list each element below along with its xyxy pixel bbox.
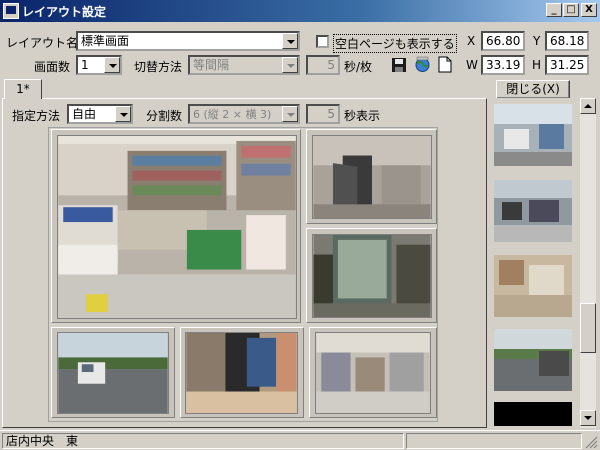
layout-name-label: レイアウト名	[6, 36, 79, 50]
split-label: 分割数	[146, 109, 183, 123]
chevron-down-icon[interactable]	[282, 57, 298, 73]
chevron-down-icon[interactable]	[115, 106, 131, 122]
title-bar: レイアウト設定 _ □ X	[0, 0, 600, 22]
h-field[interactable]: 31.25	[545, 55, 589, 75]
status-pane-2	[406, 433, 582, 449]
minimize-button[interactable]: _	[546, 3, 562, 17]
method-combo[interactable]: 自由	[67, 104, 133, 124]
scroll-down-button[interactable]	[580, 410, 596, 426]
thumbnail-3[interactable]	[494, 255, 572, 317]
chevron-down-icon[interactable]	[282, 33, 298, 49]
split-combo[interactable]: 6 (縦 2 × 横 3)	[188, 104, 300, 124]
scroll-thumb[interactable]	[580, 303, 596, 353]
layout-name-value: 標準画面	[81, 34, 130, 48]
globe-icon[interactable]	[414, 56, 431, 73]
new-page-icon[interactable]	[438, 56, 452, 73]
blank-page-checkbox[interactable]	[316, 35, 329, 48]
chevron-down-icon[interactable]	[282, 106, 298, 122]
close-button[interactable]: 閉じる(X)	[496, 80, 570, 99]
y-label: Y	[533, 34, 541, 48]
switch-method-label: 切替方法	[134, 60, 183, 74]
thumbnail-2[interactable]	[494, 180, 572, 242]
status-camera-name: 店内中央 東	[2, 433, 404, 449]
thumbnail-5[interactable]	[494, 402, 572, 426]
camera-view-6[interactable]	[315, 332, 431, 414]
w-field[interactable]: 33.19	[481, 55, 525, 75]
h-label: H	[532, 58, 542, 72]
camera-view-1[interactable]	[57, 135, 297, 319]
thumbnail-1[interactable]	[494, 104, 572, 166]
close-window-button[interactable]: X	[581, 3, 597, 17]
tab-1-label: 1*	[16, 82, 30, 96]
method-label: 指定方法	[12, 109, 61, 123]
switch-seconds-field[interactable]: 5	[306, 55, 340, 75]
save-icon[interactable]	[391, 57, 407, 73]
screen-count-combo[interactable]: 1	[76, 55, 122, 75]
chevron-down-icon[interactable]	[104, 57, 120, 73]
display-seconds-field[interactable]: 5	[306, 104, 340, 124]
method-value: 自由	[72, 107, 97, 121]
split-value: 6 (縦 2 × 横 3)	[193, 108, 272, 121]
layout-name-combo[interactable]: 標準画面	[76, 31, 300, 51]
switch-method-combo[interactable]: 等間隔	[188, 55, 300, 75]
switch-method-value: 等間隔	[193, 58, 230, 72]
thumbnail-4[interactable]	[494, 329, 572, 391]
x-field[interactable]: 66.80	[481, 31, 525, 51]
y-field[interactable]: 68.18	[545, 31, 589, 51]
camera-view-2[interactable]	[312, 135, 432, 219]
status-bar: 店内中央 東	[0, 430, 600, 450]
screen-count-value: 1	[81, 58, 89, 72]
display-seconds-label: 秒表示	[344, 109, 381, 123]
blank-page-label[interactable]: 空白ページも表示する	[333, 34, 457, 53]
screen-count-label: 画面数	[34, 60, 71, 74]
window-title: レイアウト設定	[22, 5, 107, 19]
w-label: W	[466, 58, 478, 72]
resize-grip-icon[interactable]	[584, 435, 598, 449]
camera-view-4[interactable]	[57, 332, 169, 414]
app-icon	[3, 3, 19, 19]
tab-1[interactable]: 1*	[4, 79, 42, 99]
maximize-button[interactable]: □	[563, 3, 579, 17]
camera-view-3[interactable]	[312, 234, 432, 318]
camera-view-5[interactable]	[185, 332, 298, 414]
seconds-unit-label: 秒/枚	[344, 60, 373, 74]
scroll-up-button[interactable]	[580, 98, 596, 114]
x-label: X	[467, 34, 476, 48]
vertical-scrollbar[interactable]	[580, 98, 596, 428]
